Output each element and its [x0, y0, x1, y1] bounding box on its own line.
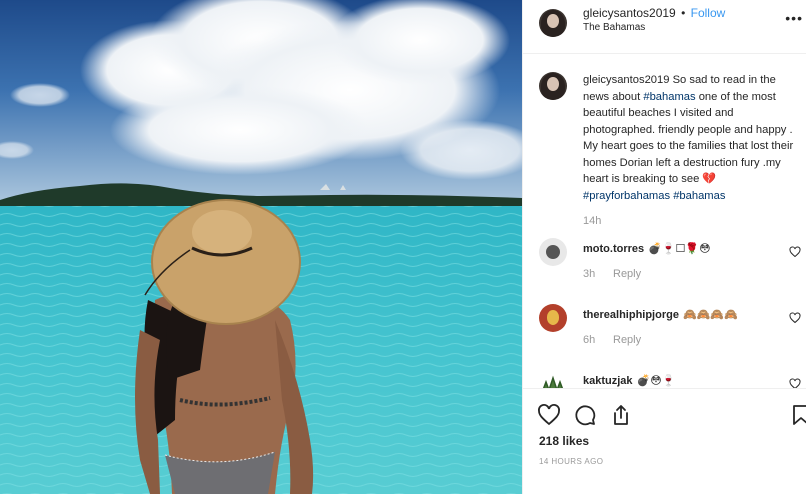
post-header-user: gleicysantos2019 • Follow: [583, 6, 725, 20]
heart-icon[interactable]: [789, 246, 801, 258]
commenter-avatar[interactable]: [539, 238, 567, 266]
follow-button[interactable]: Follow: [691, 6, 726, 20]
beach-photo-illustration: [0, 0, 522, 494]
heart-icon[interactable]: [537, 403, 561, 427]
comment-item: therealhiphipjorge 🙈🙈🙈🙈 6h Reply: [523, 304, 806, 364]
comment-icon[interactable]: [573, 403, 597, 427]
hashtag-link[interactable]: #bahamas: [673, 190, 725, 202]
post-caption: gleicysantos2019 So sad to read in the n…: [583, 72, 801, 204]
comment-item: moto.torres 💣🍷☐🌹😳 3h Reply: [523, 238, 806, 298]
reply-button[interactable]: Reply: [613, 334, 641, 346]
caption-username[interactable]: gleicysantos2019: [583, 74, 669, 86]
hashtag-link[interactable]: #prayforbahamas: [583, 190, 670, 202]
post-photo[interactable]: [0, 0, 522, 494]
comment-timestamp: 3h: [583, 268, 596, 280]
bookmark-icon[interactable]: [789, 403, 806, 427]
comment-text: 🙈🙈🙈🙈: [682, 309, 738, 321]
comment-body: moto.torres 💣🍷☐🌹😳: [583, 242, 711, 255]
post-side-panel: gleicysantos2019 • Follow The Bahamas ••…: [522, 0, 806, 494]
post-timestamp: 14 HOURS AGO: [539, 457, 604, 466]
comment-body: therealhiphipjorge 🙈🙈🙈🙈: [583, 308, 738, 321]
caption-timestamp: 14h: [583, 215, 602, 227]
more-horizontal-icon[interactable]: •••: [785, 10, 803, 26]
comment-timestamp: 6h: [583, 334, 596, 346]
post-actions-bar: 218 likes 14 HOURS AGO: [523, 388, 806, 494]
commenter-avatar[interactable]: [539, 304, 567, 332]
post-header: gleicysantos2019 • Follow The Bahamas ••…: [523, 0, 806, 54]
heart-icon[interactable]: [789, 312, 801, 324]
post-location[interactable]: The Bahamas: [583, 22, 645, 33]
comment-body: kaktuzjak 💣😳🍷: [583, 374, 675, 387]
commenter-username[interactable]: moto.torres: [583, 243, 644, 255]
comment-text: 💣🍷☐🌹😳: [648, 243, 711, 255]
caption-text-2: one of the most beautiful beaches I visi…: [583, 90, 794, 186]
share-icon[interactable]: [609, 403, 633, 427]
separator-dot: •: [681, 6, 686, 20]
hashtag-link[interactable]: #bahamas: [643, 91, 695, 103]
commenter-username[interactable]: therealhiphipjorge: [583, 309, 679, 321]
commenter-username[interactable]: kaktuzjak: [583, 375, 633, 387]
caption-author-avatar[interactable]: [539, 72, 567, 100]
author-avatar[interactable]: [539, 9, 567, 37]
reply-button[interactable]: Reply: [613, 268, 641, 280]
likes-count[interactable]: 218 likes: [539, 434, 589, 448]
comment-text: 💣😳🍷: [636, 375, 676, 387]
author-username[interactable]: gleicysantos2019: [583, 6, 676, 20]
